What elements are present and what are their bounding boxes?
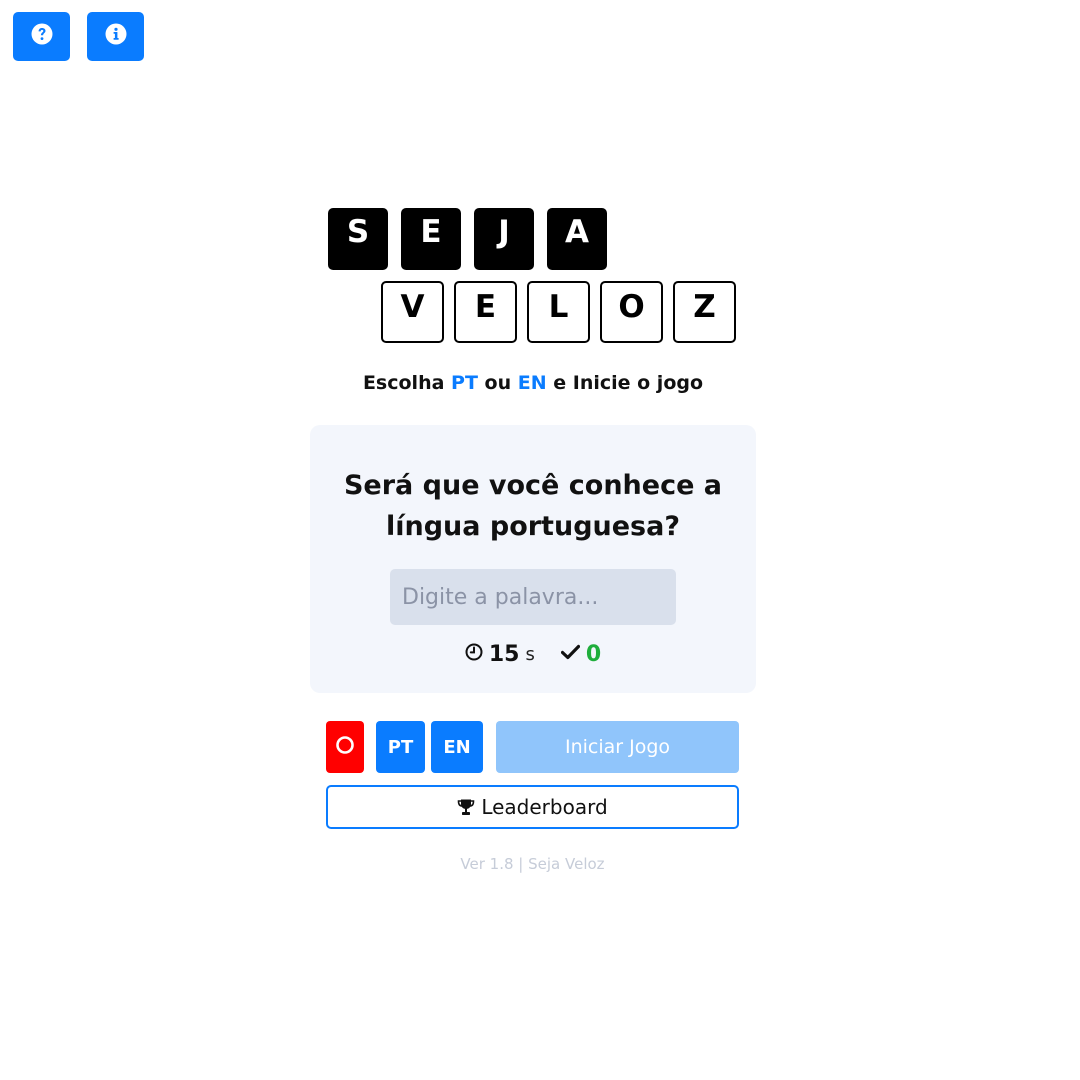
instructions-part: ou: [477, 372, 518, 394]
score-value: 0: [585, 641, 602, 667]
en-button[interactable]: EN: [431, 721, 483, 773]
leaderboard-button[interactable]: Leaderboard: [326, 785, 739, 829]
logo-tile: L: [527, 281, 590, 343]
timer-value: 15: [488, 641, 520, 667]
clock-icon: [465, 643, 483, 665]
logo-tile: E: [454, 281, 517, 343]
trophy-icon: [457, 798, 475, 816]
logo-tile: Z: [673, 281, 736, 343]
score: 0: [560, 641, 602, 667]
instructions-part: Escolha: [362, 372, 452, 394]
version-footer: Ver 1.8 | Seja Veloz: [460, 855, 605, 873]
game-question-line: língua portuguesa?: [385, 511, 681, 542]
logo-tile: E: [401, 208, 461, 270]
info-button[interactable]: [87, 12, 144, 61]
logo-tile: S: [328, 208, 388, 270]
pt-button[interactable]: PT: [376, 721, 425, 773]
instructions-en: EN: [517, 372, 547, 394]
timer: 15 s: [465, 642, 535, 667]
help-button[interactable]: [13, 12, 70, 61]
instructions-part: e Inicie o jogo: [546, 372, 704, 394]
timer-unit: s: [525, 643, 535, 665]
instructions-pt: PT: [451, 372, 478, 394]
question-circle-icon: [31, 23, 53, 50]
leaderboard-label: Leaderboard: [481, 795, 608, 819]
stats-row: 15 s 0: [310, 639, 756, 669]
logo-tile: O: [600, 281, 663, 343]
check-icon: [560, 644, 580, 664]
info-circle-icon: [105, 23, 127, 50]
word-input[interactable]: [390, 569, 676, 625]
game-question-line: Será que você conhece a: [343, 470, 723, 501]
record-button[interactable]: [326, 721, 364, 773]
logo-tile: V: [381, 281, 444, 343]
logo-tile: A: [547, 208, 607, 270]
game-question: Será que você conhece a língua portugues…: [310, 465, 756, 547]
instructions-text: Escolha PT ou EN e Inicie o jogo: [0, 372, 1066, 394]
game-card: Será que você conhece a língua portugues…: [310, 425, 756, 693]
start-game-button[interactable]: Iniciar Jogo: [496, 721, 739, 773]
logo-tile: J: [474, 208, 534, 270]
circle-icon: [335, 735, 355, 759]
